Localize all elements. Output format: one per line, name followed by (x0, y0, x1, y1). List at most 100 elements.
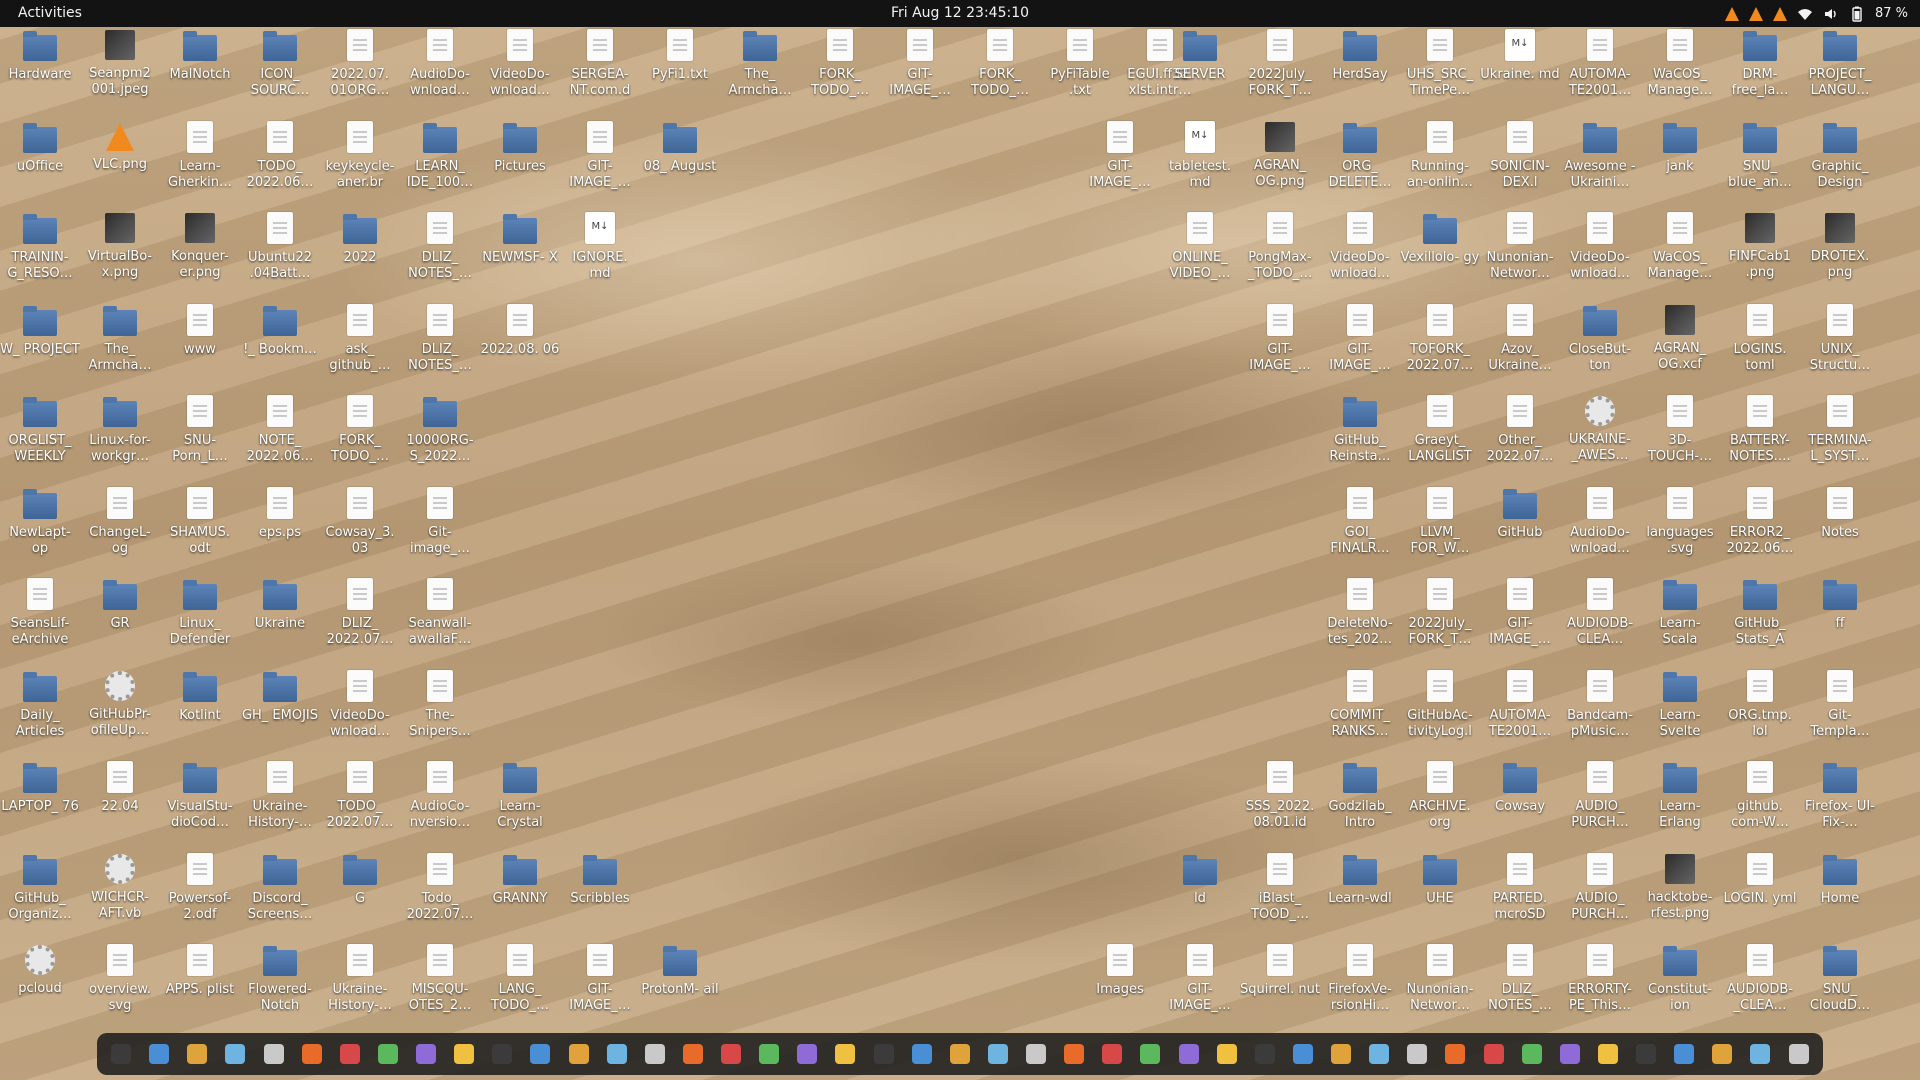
desktop-icon[interactable]: languages .svg (1640, 485, 1720, 573)
desktop-icon[interactable]: ORG.tmp. lol (1720, 668, 1800, 756)
desktop-icon[interactable]: Hardware (0, 27, 80, 115)
desktop-icon[interactable]: ERROR2_ 2022.06… (1720, 485, 1800, 573)
desktop-icon[interactable]: SONICIN- DEX.l (1480, 119, 1560, 207)
desktop-icon[interactable]: VideoDo- wnload… (320, 668, 400, 756)
desktop-icon[interactable]: VirtualBo- x.png (80, 210, 160, 298)
desktop-icon[interactable]: UNIX_ Structu… (1800, 302, 1880, 390)
discord-icon[interactable] (1102, 1044, 1123, 1064)
desktop-icon[interactable]: Azov_ Ukraine… (1480, 302, 1560, 390)
desktop-icon[interactable]: Learn-wdl (1320, 851, 1400, 939)
rec-icon[interactable] (1292, 1044, 1313, 1064)
desktop-icon[interactable]: The- Snipers… (400, 668, 480, 756)
desktop-icon[interactable]: GH_ EMOJIS (240, 668, 320, 756)
desktop-icon[interactable]: GitHub_ Reinsta… (1320, 393, 1400, 481)
desktop-icon[interactable]: keykeycle- aner.br (320, 119, 400, 207)
desktop-icon[interactable]: FORK_ TODO_… (320, 393, 400, 481)
pdf-icon[interactable] (1216, 1044, 1237, 1064)
desktop-icon[interactable]: Notes (1800, 485, 1880, 573)
system-tray[interactable]: 87 % (1724, 0, 1908, 27)
desktop-icon[interactable]: SNU- Porn_L… (160, 393, 240, 481)
vlc-icon[interactable] (1748, 6, 1763, 21)
desktop-icon[interactable]: Learn- Svelte (1640, 668, 1720, 756)
desktop-icon[interactable]: GIT- IMAGE_… (880, 27, 960, 115)
desktop-icon[interactable]: LEARN_ IDE_100… (400, 119, 480, 207)
desktop-icon[interactable]: ORGLIST_ WEEKLY (0, 393, 80, 481)
desktop-icon[interactable]: LOGINS. toml (1720, 302, 1800, 390)
desktop-icon[interactable]: Learn- Gherkin… (160, 119, 240, 207)
desktop-icon[interactable]: LLVM_ FOR_W… (1400, 485, 1480, 573)
desktop-icon[interactable]: DeleteNo- tes_202… (1320, 576, 1400, 664)
wifi-icon[interactable] (1797, 6, 1813, 22)
desktop-icon[interactable]: ChangeL- og (80, 485, 160, 573)
base-icon[interactable] (1064, 1044, 1085, 1064)
desktop-icon[interactable]: 2022July_ FORK_T… (1400, 576, 1480, 664)
impress-icon[interactable] (987, 1044, 1008, 1064)
terminal-icon[interactable] (111, 1044, 131, 1064)
desktop-icon[interactable]: SHAMUS. odt (160, 485, 240, 573)
desktop-icon[interactable]: Running- an-onlin… (1400, 119, 1480, 207)
desktop-icon[interactable]: GIT- IMAGE_… (560, 942, 640, 1030)
desktop-icon[interactable]: Images (1080, 942, 1160, 1030)
desktop-icon[interactable]: AudioDo- wnload… (1560, 485, 1640, 573)
desktop-icon[interactable]: uOffice (0, 119, 80, 207)
desktop-icon[interactable]: Graeyt_ LANGLIST (1400, 393, 1480, 481)
desktop-icon[interactable]: pcloud (0, 942, 80, 1030)
desktop-icon[interactable]: MISCQU- OTES_2… (400, 942, 480, 1030)
desktop-icon[interactable]: DLIZ_ NOTES_… (400, 210, 480, 298)
desktop-icon[interactable]: tabletest. md (1160, 119, 1240, 207)
desktop-icon[interactable]: Seanwall- awallaF… (400, 576, 480, 664)
desktop-icon[interactable]: UHE (1400, 851, 1480, 939)
clock-text[interactable]: Fri Aug 12 23:45:10 (891, 5, 1029, 21)
desktop-icon[interactable]: 2022July_ FORK_T… (1240, 27, 1320, 115)
desktop-icon[interactable]: hacktobe- rfest.png (1640, 851, 1720, 939)
desktop-icon[interactable]: Nunonian- Networ… (1400, 942, 1480, 1030)
desktop-icon[interactable]: DROTEX. png (1800, 210, 1880, 298)
desktop-icon[interactable]: iBlast_ TOOD_… (1240, 851, 1320, 939)
desktop-icon[interactable]: PARTED. mcroSD (1480, 851, 1560, 939)
desktop-icon[interactable]: AGRAN_ OG.xcf (1640, 302, 1720, 390)
network-icon[interactable] (1712, 1044, 1733, 1064)
desktop-icon[interactable]: WaCOS_ Manage… (1640, 27, 1720, 115)
desktop-icon[interactable]: Cowsay (1480, 759, 1560, 847)
document-icon[interactable] (339, 1044, 360, 1064)
desktop-icon[interactable]: GRANNY (480, 851, 560, 939)
desktop-icon[interactable]: overview. svg (80, 942, 160, 1030)
desktop-icon[interactable]: Discord_ Screens… (240, 851, 320, 939)
desktop-icon[interactable]: ask_ github_… (320, 302, 400, 390)
desktop-icon[interactable]: VisualStu- dioCod… (160, 759, 240, 847)
tux-icon[interactable] (797, 1044, 818, 1064)
desktop-icon[interactable]: AUTOMA- TE2001… (1560, 27, 1640, 115)
desktop-icon[interactable]: Graphic_ Design (1800, 119, 1880, 207)
desktop-icon[interactable]: Bandcam- pMusic… (1560, 668, 1640, 756)
desktop-icon[interactable]: SERVER (1160, 27, 1240, 115)
kdenlive-icon[interactable] (1178, 1044, 1199, 1064)
desktop[interactable]: Hardware Seanpm2 001.jpeg MalNotch ICON_ SO… (0, 27, 1920, 1027)
desktop-icon[interactable]: Learn- Crystal (480, 759, 560, 847)
desktop-icon[interactable]: FORK_ TODO_… (960, 27, 1040, 115)
vlc-icon[interactable] (1724, 6, 1739, 21)
desktop-icon[interactable]: TRAININ- G_RESO… (0, 210, 80, 298)
writer-icon[interactable] (644, 1044, 665, 1064)
bluetooth-icon[interactable] (1674, 1044, 1695, 1064)
desktop-icon[interactable]: GitHubAc- tivityLog.l (1400, 668, 1480, 756)
desktop-icon[interactable]: 3D- TOUCH-… (1640, 393, 1720, 481)
desktop-icon[interactable]: The_ Armcha… (720, 27, 800, 115)
desktop-icon[interactable]: APPS. plist (160, 942, 240, 1030)
desktop-icon[interactable]: LAPTOP_ 76 (0, 759, 80, 847)
software-icon[interactable] (568, 1044, 589, 1064)
desktop-icon[interactable]: UKRAINE- _AWES… (1560, 393, 1640, 481)
desktop-icon[interactable]: GitHub (1480, 485, 1560, 573)
desktop-icon[interactable]: Git- Templa… (1800, 668, 1880, 756)
desktop-icon[interactable]: NEWMSF- X (480, 210, 560, 298)
desktop-icon[interactable]: WICHCR- AFT.vb (80, 851, 160, 939)
desktop-icon[interactable]: PyFiTable .txt (1040, 27, 1120, 115)
desktop-icon[interactable]: LANG_ TODO_… (480, 942, 560, 1030)
desktop-icon[interactable]: MalNotch (160, 27, 240, 115)
desktop-icon[interactable]: Scribbles (560, 851, 640, 939)
telegram-icon[interactable] (1140, 1044, 1161, 1064)
desktop-icon[interactable]: GIT- IMAGE_… (1320, 302, 1400, 390)
virtualbox-icon[interactable] (873, 1044, 894, 1064)
editor-icon[interactable] (606, 1044, 627, 1064)
desktop-icon[interactable]: ff (1800, 576, 1880, 664)
notes-icon[interactable] (377, 1044, 398, 1064)
